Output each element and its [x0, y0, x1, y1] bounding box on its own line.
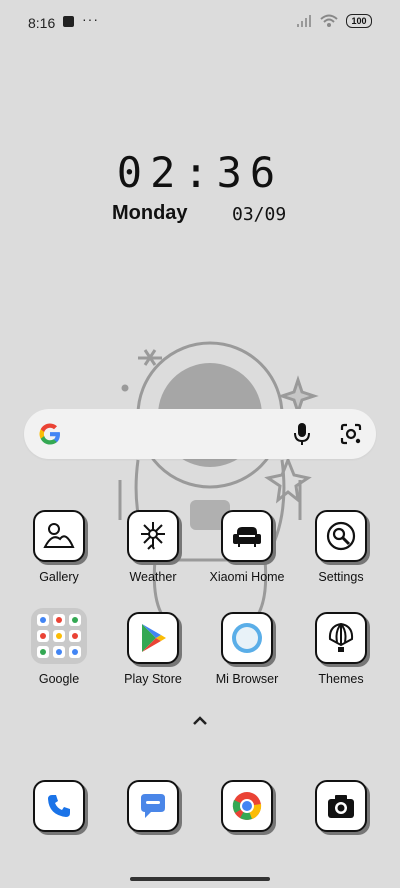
app-label: Play Store	[124, 672, 182, 686]
folder-app-icon	[69, 646, 81, 658]
google-g-icon	[39, 423, 60, 445]
weather-icon	[127, 510, 179, 562]
status-time: 8:16	[28, 15, 56, 31]
browser-icon	[221, 612, 273, 664]
more-notifications-icon: ···	[82, 11, 99, 27]
phone-icon	[33, 780, 85, 832]
app-gallery[interactable]: Gallery	[14, 510, 104, 584]
folder-app-icon	[37, 630, 49, 642]
app-xiaomi-home[interactable]: Xiaomi Home	[202, 510, 292, 584]
play-store-icon	[127, 612, 179, 664]
app-label: Themes	[318, 672, 364, 686]
wifi-icon	[320, 14, 338, 27]
status-bar: 8:16 ··· 100	[0, 0, 400, 44]
folder-app-icon	[69, 614, 81, 626]
app-label: Google	[38, 672, 80, 686]
clock-widget-date: 03/09	[232, 204, 287, 225]
folder-app-icon	[37, 646, 49, 658]
notification-icon	[63, 16, 74, 27]
app-label: Mi Browser	[215, 672, 279, 686]
google-lens-icon[interactable]	[338, 421, 364, 447]
folder-app-icon	[53, 630, 65, 642]
status-icons: 100	[296, 14, 372, 28]
settings-icon	[315, 510, 367, 562]
folder-app-icon	[37, 614, 49, 626]
mic-icon[interactable]	[290, 421, 314, 447]
chrome-icon	[221, 780, 273, 832]
app-weather[interactable]: Weather	[108, 510, 198, 584]
folder-google[interactable]: Google	[14, 608, 104, 686]
app-label: Gallery	[39, 570, 79, 584]
folder-app-icon	[53, 646, 65, 658]
folder-icon	[31, 608, 87, 664]
dock-camera[interactable]	[296, 780, 386, 832]
dock-messages[interactable]	[108, 780, 198, 832]
dock-phone[interactable]	[14, 780, 104, 832]
folder-app-icon	[53, 614, 65, 626]
camera-icon	[315, 780, 367, 832]
signal-icon	[297, 15, 311, 27]
app-label: Weather	[129, 570, 177, 584]
clock-widget-day: Monday	[112, 202, 188, 224]
app-drawer-chevron-icon[interactable]	[190, 712, 210, 728]
gallery-icon	[33, 510, 85, 562]
app-settings[interactable]: Settings	[296, 510, 386, 584]
astronaut-wallpaper	[118, 341, 319, 632]
app-label: Settings	[318, 570, 364, 584]
messages-icon	[127, 780, 179, 832]
themes-icon	[315, 612, 367, 664]
home-indicator[interactable]	[130, 877, 270, 881]
app-themes[interactable]: Themes	[296, 612, 386, 686]
folder-app-icon	[69, 630, 81, 642]
app-mi-browser[interactable]: Mi Browser	[202, 612, 292, 686]
clock-widget-time[interactable]: 02:36	[0, 148, 400, 197]
dock-chrome[interactable]	[202, 780, 292, 832]
battery-icon: 100	[346, 14, 372, 28]
sofa-icon	[221, 510, 273, 562]
app-play-store[interactable]: Play Store	[108, 612, 198, 686]
app-label: Xiaomi Home	[209, 570, 285, 584]
google-search-bar[interactable]	[24, 409, 376, 459]
